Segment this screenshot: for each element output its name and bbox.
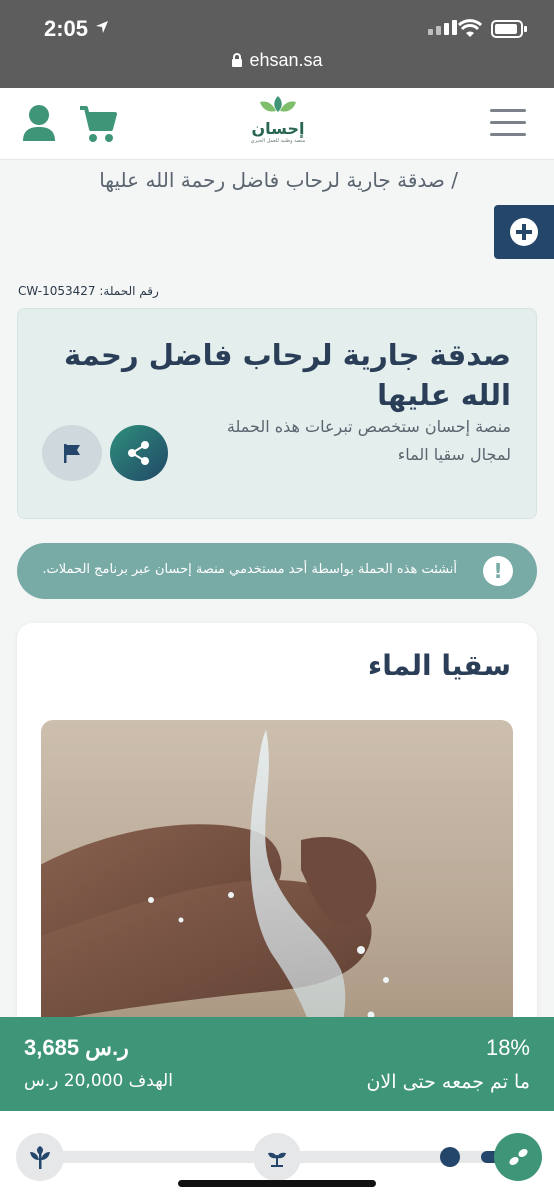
home-indicator [178, 1180, 376, 1187]
campaign-title-card: صدقة جارية لرحاب فاضل رحمة الله عليها من… [17, 308, 537, 519]
report-button[interactable] [42, 425, 102, 481]
campaign-title: صدقة جارية لرحاب فاضل رحمة الله عليها [64, 338, 511, 412]
leaf-logo-icon [260, 96, 296, 112]
seeds-icon [509, 1148, 528, 1166]
project-title: سقيا الماء [367, 649, 511, 682]
step-sprout [253, 1133, 301, 1181]
flag-icon [64, 444, 80, 463]
percent-complete: 18% [485, 1035, 530, 1060]
signal-icon [428, 20, 457, 35]
notice-text: أنشئت هذه الحملة بواسطة أحد مستخدمي منصة… [42, 562, 457, 577]
campaign-number-value: CW-1053427 [18, 284, 96, 298]
share-button[interactable] [110, 425, 168, 481]
donation-progress-bar: 3,685 ر.س الهدف 20,000 ر.س 18% ما تم جمع… [0, 1017, 554, 1111]
clock: 2:05 [44, 16, 89, 41]
step-tree [16, 1133, 64, 1181]
step-seeds [494, 1133, 542, 1181]
project-card: سقيا الماء [17, 623, 537, 1043]
location-arrow-icon [96, 21, 108, 33]
campaign-subtitle: منصة إحسان ستخصص تبرعات هذه الحملة لمجال… [226, 417, 511, 464]
tree-icon [30, 1146, 50, 1169]
url-text: ehsan.sa [249, 50, 323, 70]
address-bar[interactable]: ehsan.sa [0, 50, 554, 71]
plus-icon [510, 218, 538, 246]
ehsan-logo[interactable]: إحسان منصة وطنية للعمل الخيري [248, 94, 308, 144]
amount-raised: 3,685 ر.س [24, 1035, 129, 1060]
goal-amount: الهدف 20,000 ر.س [24, 1071, 173, 1091]
logo-subtitle: منصة وطنية للعمل الخيري [250, 138, 306, 144]
hamburger-menu-icon[interactable] [490, 108, 526, 138]
user-icon[interactable] [22, 104, 56, 142]
sprout-icon [268, 1152, 286, 1167]
logo-text: إحسان [251, 119, 305, 138]
share-icon [128, 441, 149, 465]
campaign-notice: أنشئت هذه الحملة بواسطة أحد مستخدمي منصة… [17, 543, 537, 599]
cart-icon[interactable] [78, 105, 118, 143]
battery-icon [491, 20, 527, 38]
collected-label: ما تم جمعه حتى الان [366, 1071, 530, 1093]
progress-marker [440, 1147, 460, 1167]
expand-button[interactable] [494, 205, 554, 259]
site-header: إحسان منصة وطنية للعمل الخيري [0, 88, 554, 160]
breadcrumb[interactable]: / صدقة جارية لرحاب فاضل رحمة الله عليها [99, 168, 458, 192]
browser-status-bar: 2:05 ehsan.sa [0, 0, 554, 88]
wifi-icon [458, 19, 482, 37]
lock-icon [232, 53, 243, 67]
campaign-number: رقم الحملة: CW-1053427 [18, 284, 159, 298]
water-hands-image [41, 720, 513, 1043]
exclamation-icon: ! [483, 556, 513, 586]
campaign-number-label: رقم الحملة: [99, 284, 159, 298]
